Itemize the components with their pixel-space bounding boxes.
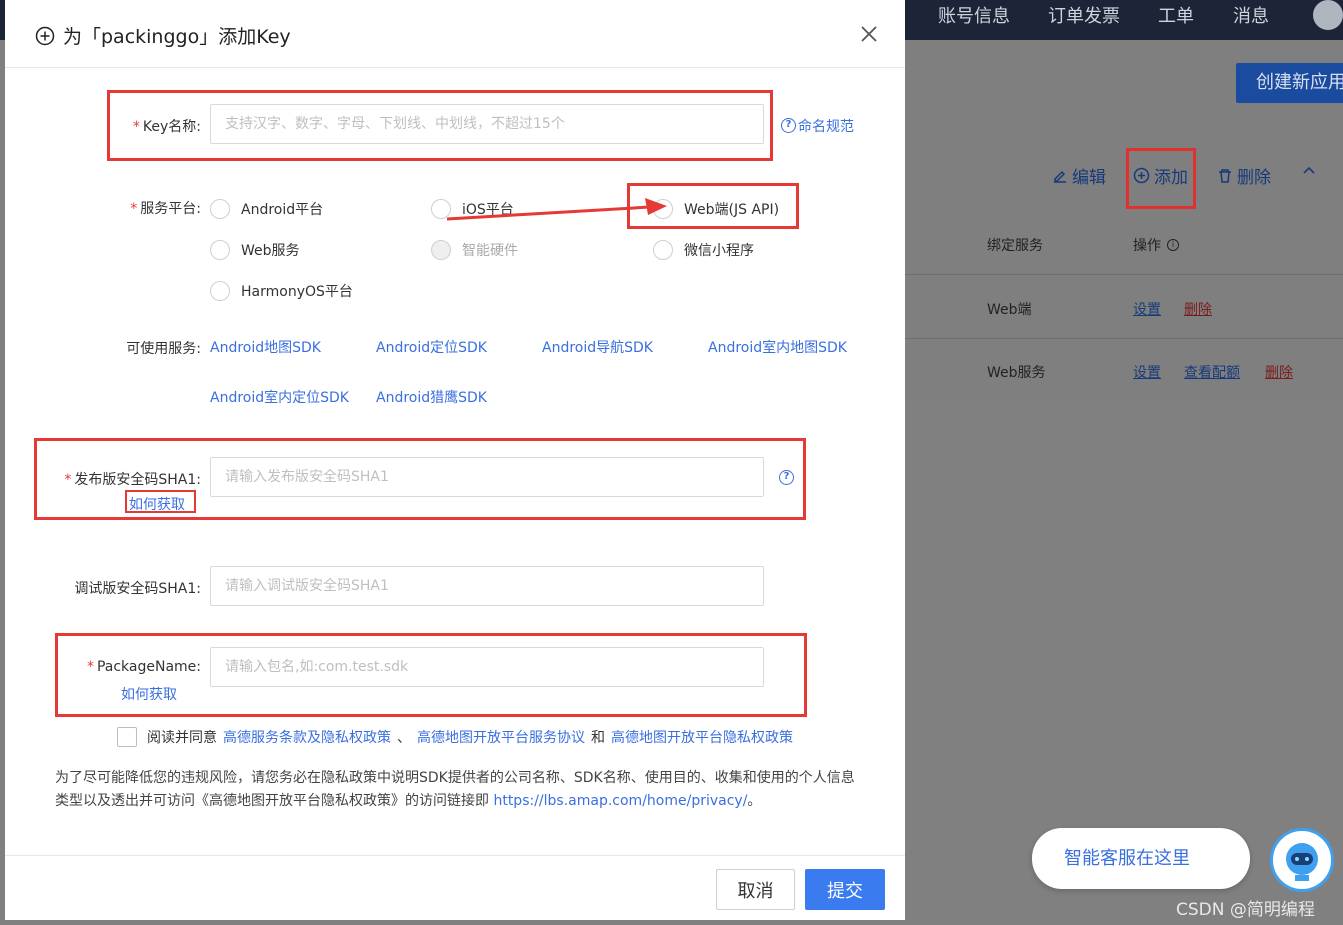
- required-mark: *: [132, 119, 140, 135]
- edit-icon: [1054, 170, 1066, 183]
- radio-harmonyos[interactable]: HarmonyOS平台: [210, 281, 353, 301]
- radio-harmonyos-label: HarmonyOS平台: [241, 284, 353, 300]
- radio-circle: [210, 281, 230, 301]
- plus-circle-icon: [35, 26, 55, 45]
- watermark-text: CSDN @简明编程: [1176, 900, 1315, 920]
- radio-smart-hardware: 智能硬件: [431, 240, 518, 260]
- radio-web-jsapi-label: Web端(JS API): [684, 202, 780, 218]
- table-header-service: 绑定服务: [987, 238, 1043, 254]
- naming-rules-link[interactable]: 命名规范: [798, 116, 854, 136]
- terms-privacy-link[interactable]: 高德服务条款及隐私权政策: [223, 727, 391, 747]
- edit-label: 编辑: [1072, 168, 1106, 188]
- row2-settings-link[interactable]: 设置: [1133, 362, 1161, 382]
- row2-delete-link[interactable]: 删除: [1265, 362, 1293, 382]
- package-name-how-link[interactable]: 如何获取: [121, 684, 177, 704]
- chat-robot-avatar[interactable]: [1270, 828, 1334, 892]
- debug-sha1-label: 调试版安全码SHA1:: [74, 581, 201, 597]
- table-row-service: Web端: [987, 302, 1032, 318]
- service-android-location-sdk[interactable]: Android定位SDK: [376, 337, 487, 357]
- delete-label: 删除: [1237, 168, 1271, 188]
- radio-wechat-miniapp[interactable]: 微信小程序: [653, 240, 754, 260]
- radio-smart-hardware-label: 智能硬件: [462, 243, 518, 259]
- user-avatar[interactable]: [1313, 0, 1343, 30]
- required-mark: *: [86, 659, 94, 675]
- nav-orders[interactable]: 订单发票: [1048, 2, 1120, 27]
- nav-tickets[interactable]: 工单: [1158, 2, 1194, 27]
- agreement-separator: 和: [591, 730, 605, 746]
- agreement-separator: 、: [397, 730, 411, 746]
- dialog-title-text: 为「packinggo」添加Key: [63, 26, 291, 48]
- annotation-arrow-icon: [446, 198, 667, 221]
- key-name-input[interactable]: [210, 104, 764, 144]
- agreement-prefix: 阅读并同意: [147, 730, 217, 746]
- radio-circle: [210, 199, 230, 219]
- submit-button[interactable]: 提交: [805, 869, 885, 910]
- package-name-input[interactable]: [210, 647, 764, 687]
- service-android-indoor-location-sdk[interactable]: Android室内定位SDK: [210, 387, 349, 407]
- table-divider: [905, 274, 1343, 275]
- dialog-footer-divider: [5, 855, 905, 856]
- row1-settings-link[interactable]: 设置: [1133, 299, 1161, 319]
- help-circle-icon[interactable]: ?: [779, 470, 794, 485]
- privacy-notice: 为了尽可能降低您的违规风险，请您务必在隐私政策中说明SDK提供者的公司名称、SD…: [55, 767, 865, 813]
- release-sha1-input[interactable]: [210, 457, 764, 497]
- collapse-action[interactable]: [1302, 163, 1316, 177]
- radio-android-label: Android平台: [241, 202, 324, 218]
- privacy-policy-link[interactable]: 高德地图开放平台隐私权政策: [611, 727, 793, 747]
- row1-delete-link[interactable]: 删除: [1184, 299, 1212, 319]
- debug-sha1-input[interactable]: [210, 566, 764, 606]
- annotation-box-add: [1126, 148, 1196, 209]
- radio-circle: [431, 240, 451, 260]
- privacy-notice-end: 。: [747, 793, 762, 809]
- create-app-button[interactable]: 创建新应用: [1236, 63, 1343, 103]
- service-android-navi-sdk[interactable]: Android导航SDK: [542, 337, 653, 357]
- required-mark: *: [64, 472, 72, 488]
- release-sha1-label-text: 发布版安全码SHA1:: [74, 472, 201, 488]
- release-sha1-how-link[interactable]: 如何获取: [129, 494, 185, 514]
- table-divider: [905, 338, 1343, 339]
- key-name-label: * Key名称:: [75, 116, 201, 136]
- radio-web-service-label: Web服务: [241, 243, 300, 259]
- table-header-ops-label: 操作: [1133, 238, 1161, 254]
- delete-action[interactable]: 删除: [1217, 163, 1271, 188]
- add-key-dialog: 为「packinggo」添加Key *Key名称: ? 命名规范 *服务平台: …: [5, 0, 905, 920]
- services-label: 可使用服务:: [126, 341, 201, 357]
- nav-account[interactable]: 账号信息: [938, 2, 1010, 27]
- radio-wechat-miniapp-label: 微信小程序: [684, 243, 754, 259]
- service-android-indoor-map-sdk[interactable]: Android室内地图SDK: [708, 337, 847, 357]
- service-android-map-sdk[interactable]: Android地图SDK: [210, 337, 321, 357]
- nav-messages[interactable]: 消息: [1233, 2, 1269, 27]
- radio-android[interactable]: Android平台: [210, 199, 323, 219]
- platform-label-text: 服务平台:: [140, 201, 201, 217]
- package-name-label: * PackageName:: [40, 659, 201, 675]
- service-agreement-link[interactable]: 高德地图开放平台服务协议: [417, 727, 585, 747]
- key-name-label-text: Key名称:: [142, 119, 201, 135]
- trash-icon: [1219, 168, 1231, 183]
- service-android-falcon-sdk[interactable]: Android猎鹰SDK: [376, 387, 487, 407]
- table-row-service: Web服务: [987, 365, 1046, 381]
- close-icon[interactable]: [857, 22, 881, 46]
- robot-icon: [1286, 843, 1318, 881]
- privacy-url-link[interactable]: https://lbs.amap.com/home/privacy/: [493, 793, 747, 809]
- dialog-title: 为「packinggo」添加Key: [35, 22, 291, 49]
- package-name-label-text: PackageName:: [96, 659, 201, 675]
- chevron-up-icon: [1303, 166, 1315, 174]
- chat-helper-bubble[interactable]: 智能客服在这里: [1032, 828, 1250, 889]
- radio-circle: [653, 240, 673, 260]
- required-mark: *: [130, 201, 138, 217]
- agreement-row: 阅读并同意 高德服务条款及隐私权政策 、 高德地图开放平台服务协议 和 高德地图…: [117, 727, 793, 747]
- radio-web-service[interactable]: Web服务: [210, 240, 300, 260]
- row2-quota-link[interactable]: 查看配额: [1184, 362, 1240, 382]
- radio-circle: [210, 240, 230, 260]
- release-sha1-label: * 发布版安全码SHA1:: [40, 469, 201, 489]
- table-header-ops: 操作 i: [1133, 235, 1179, 255]
- platform-label: * 服务平台:: [75, 198, 201, 218]
- help-circle-icon[interactable]: ?: [781, 118, 796, 133]
- agreement-checkbox[interactable]: [117, 727, 137, 747]
- cancel-button[interactable]: 取消: [716, 869, 795, 910]
- edit-action[interactable]: 编辑: [1052, 163, 1106, 188]
- info-icon: i: [1167, 239, 1179, 251]
